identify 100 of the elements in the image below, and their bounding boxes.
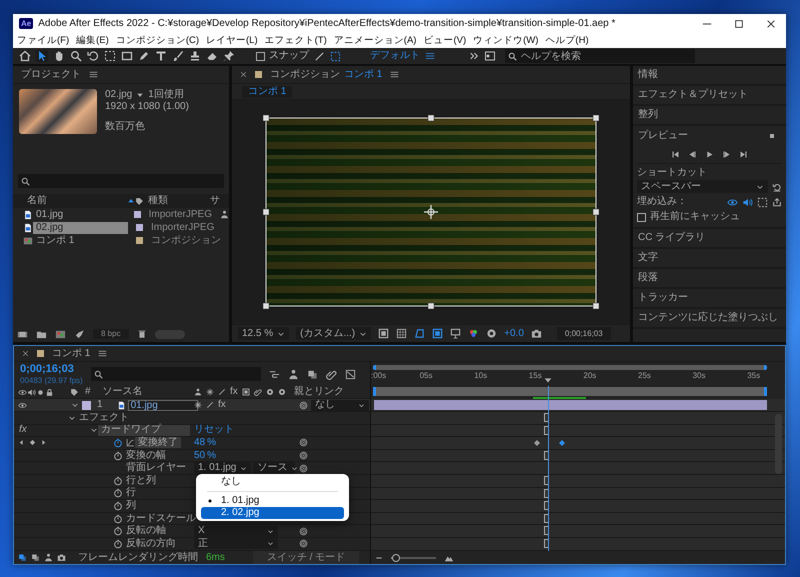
composition-tab[interactable]: コンポ 1 [242,86,292,98]
toggle-icon[interactable] [484,50,496,62]
choice-dropdown[interactable]: X [194,526,278,537]
menu-option[interactable]: 2. 02.jpg [201,507,344,519]
color-channels-icon[interactable] [468,328,480,339]
column-header[interactable]: 親とリンク [294,386,344,398]
grid-icon[interactable] [396,328,408,339]
home-icon[interactable] [19,50,31,62]
stopwatch-icon[interactable] [113,476,123,486]
column-header[interactable]: # [85,386,91,398]
panel-title[interactable]: 情報 [638,69,658,81]
current-time[interactable]: 0;00;16;03 [20,362,83,376]
sort-arrow-icon[interactable] [127,197,135,205]
cache-checkbox[interactable] [637,212,646,222]
layer-switch-icon[interactable] [18,553,27,562]
shortcut-dropdown[interactable]: スペースバー [637,180,768,193]
timecode-display[interactable]: 0;00;16;03 [556,327,611,340]
property-value[interactable]: 50 [194,450,206,462]
graph-editor-icon[interactable] [344,368,356,380]
brush-icon[interactable] [172,50,184,62]
file-name[interactable]: コンポ 1 [33,234,128,246]
menu-item[interactable]: レイヤー(L) [206,34,258,46]
snap-checkbox[interactable] [256,52,265,60]
property-value[interactable]: 48 [194,436,206,449]
panel-title[interactable]: エフェクト＆プリセット [638,89,748,101]
panel-title[interactable]: トラッカー [638,292,688,304]
panel-title[interactable]: プロジェクト [21,68,81,80]
type-tool-icon[interactable] [155,50,167,62]
reset-link[interactable]: リセット [194,424,234,436]
aperture-icon[interactable] [486,328,498,339]
stamp-icon[interactable] [189,50,201,62]
menu-item[interactable]: ファイル(F) [17,34,70,46]
double-chevron-icon[interactable] [469,51,479,61]
step-back-icon[interactable] [688,150,697,159]
trash-icon[interactable] [136,329,147,339]
region-of-interest-icon[interactable] [432,328,444,339]
menu-item[interactable]: ビュー(V) [423,34,466,46]
bit-depth-button[interactable]: 8 bpc [93,329,129,339]
play-icon[interactable] [705,150,714,159]
mask-icon[interactable] [414,328,426,339]
property-label[interactable]: 行と列 [123,475,159,486]
column-header[interactable]: 名前 [27,195,127,207]
close-icon[interactable] [240,71,247,78]
menu-item[interactable]: アニメーション(A) [334,34,416,46]
resolution-dropdown[interactable]: (カスタム...) [296,327,372,340]
property-label[interactable]: 行 [123,488,139,499]
menu-option[interactable]: なし [201,476,344,488]
panel-title[interactable]: プレビュー [638,130,768,142]
panel-title[interactable]: 文字 [638,252,658,264]
group-label[interactable]: エフェクト [76,412,132,424]
step-forward-icon[interactable] [722,150,731,159]
property-label[interactable]: カードスケール [123,513,199,524]
skip-to-start-icon[interactable] [671,150,680,159]
keyframe-icon[interactable] [533,439,541,448]
stopwatch-icon[interactable] [113,438,123,448]
hand-icon[interactable] [53,50,65,62]
file-name[interactable]: 01.jpg [33,208,126,220]
snap-icon[interactable] [314,50,325,62]
pen-icon[interactable] [138,50,150,62]
search-field[interactable] [18,174,224,188]
layer-dropdown[interactable]: 1. 01.jpg [194,462,252,475]
switches-modes-button[interactable]: スイッチ / モード [252,551,360,564]
snapshot-frame-icon[interactable] [378,328,390,339]
dashed-rectangle-icon[interactable] [104,50,116,62]
panel-title[interactable]: コンテンツに応じた塗りつぶし [638,312,778,324]
scrollbar-thumb[interactable] [775,414,782,474]
search-field[interactable] [90,367,261,381]
composition-tab[interactable]: コンポ 1 [52,348,90,360]
file-name[interactable]: 02.jpg [33,222,128,234]
close-icon[interactable] [22,350,29,357]
panel-title[interactable]: 整列 [638,109,658,121]
rectangle-icon[interactable] [121,50,133,62]
stopwatch-icon[interactable] [113,488,123,498]
help-search-field[interactable]: ヘルプを検索 [505,49,695,63]
property-label[interactable]: 反転の軸 [123,526,169,537]
menu-item[interactable]: ヘルプ(H) [545,34,589,46]
column-header[interactable]: 種類 [148,195,210,207]
menu-item[interactable]: 編集(E) [76,34,109,46]
selection-tool-icon[interactable] [36,50,48,62]
previous-keyframe-icon[interactable] [18,439,25,446]
dashed-rectangle-icon[interactable] [330,50,341,62]
close-icon[interactable] [766,18,776,28]
speaker-icon[interactable] [742,196,753,208]
menu-item[interactable]: ウィンドウ(W) [473,34,538,46]
export-icon[interactable] [772,197,782,207]
graph-icon[interactable] [126,438,135,448]
pin-icon[interactable] [223,50,235,62]
effect-name[interactable]: カードワイプ [98,424,190,436]
next-keyframe-icon[interactable] [40,439,47,446]
choice-dropdown[interactable]: 正 [194,538,278,550]
chevron-down-icon[interactable] [90,426,98,434]
panel-title[interactable]: コンポジション [270,68,340,80]
property-label[interactable]: 背面レイヤー [123,462,189,474]
monitor-icon[interactable] [450,328,462,339]
effect-switch[interactable]: fx [218,399,226,411]
property-label[interactable]: 変換終了 [135,437,181,448]
parent-dropdown[interactable]: なし [311,400,369,410]
menu-option[interactable]: 1. 01.jpg [201,495,344,507]
frame-blending-icon[interactable] [306,368,318,380]
property-label[interactable]: 変換の幅 [123,450,169,462]
